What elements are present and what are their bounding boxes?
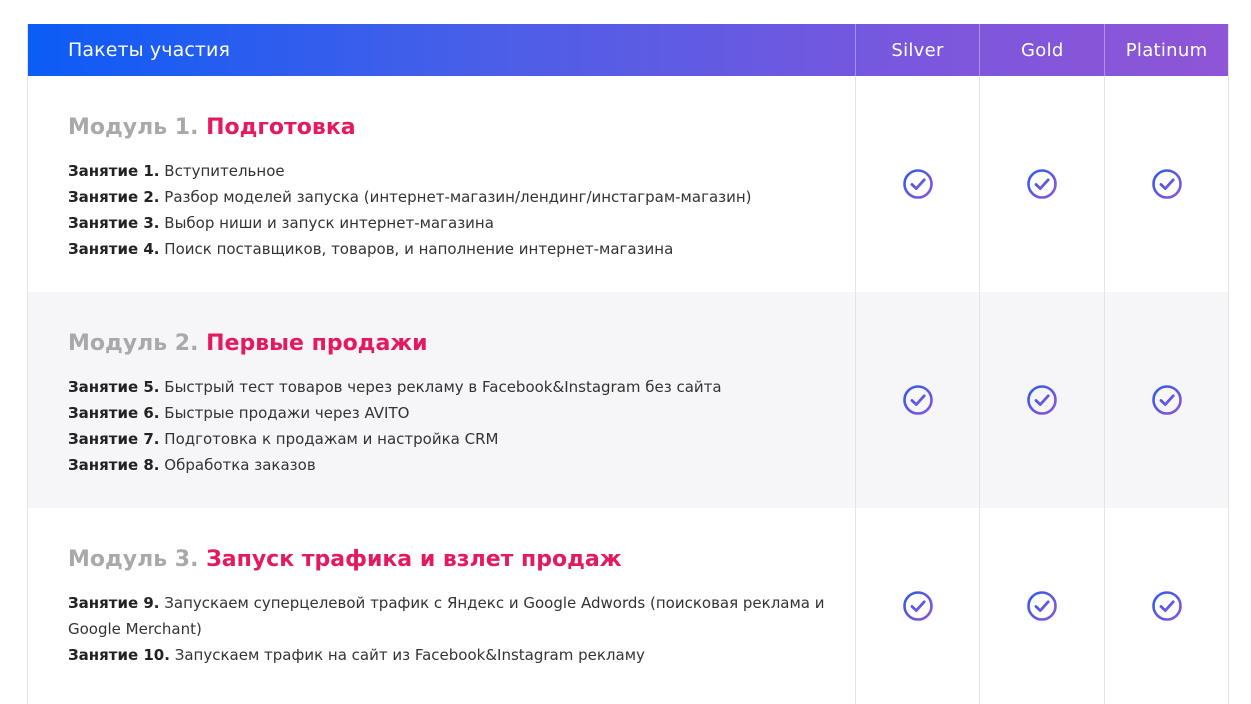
platinum-cell [1104, 76, 1228, 292]
check-circle-icon [1151, 590, 1183, 622]
lesson-item: Занятие 1. Вступительное [68, 158, 835, 184]
module-name: Первые продажи [206, 331, 428, 356]
lesson-label: Занятие 7. [68, 430, 160, 448]
lesson-label: Занятие 4. [68, 240, 160, 258]
column-gold: Gold [979, 24, 1104, 76]
check-circle-icon [902, 590, 934, 622]
lesson-text: Выбор ниши и запуск интернет-магазина [164, 214, 494, 232]
lesson-text: Вступительное [164, 162, 285, 180]
lesson-label: Занятие 3. [68, 214, 160, 232]
lesson-text: Запускаем суперцелевой трафик с Яндекс и… [68, 594, 825, 638]
lesson-text: Разбор моделей запуска (интернет-магазин… [164, 188, 752, 206]
check-circle-icon [902, 168, 934, 200]
module-title: Модуль 1. Подготовка [68, 114, 835, 142]
module-number: Модуль 3. [68, 547, 199, 572]
module-number: Модуль 1. [68, 115, 199, 140]
module-row: Модуль 2. Первые продажи Занятие 5. Быст… [28, 292, 1228, 508]
module-row: Модуль 3. Запуск трафика и взлет продаж … [28, 508, 1228, 704]
lesson-label: Занятие 1. [68, 162, 160, 180]
platinum-cell [1104, 292, 1228, 508]
silver-cell [854, 292, 980, 508]
module-title: Модуль 3. Запуск трафика и взлет продаж [68, 546, 835, 574]
lesson-label: Занятие 9. [68, 594, 160, 612]
header-title: Пакеты участия [68, 39, 231, 61]
lesson-item: Занятие 2. Разбор моделей запуска (интер… [68, 184, 835, 210]
lesson-item: Занятие 6. Быстрые продажи через AVITO [68, 400, 835, 426]
module-name: Запуск трафика и взлет продаж [206, 547, 622, 572]
lesson-item: Занятие 10. Запускаем трафик на сайт из … [68, 642, 835, 668]
lesson-item: Занятие 8. Обработка заказов [68, 452, 835, 478]
check-circle-icon [902, 384, 934, 416]
module-content: Модуль 2. Первые продажи Занятие 5. Быст… [28, 292, 855, 508]
check-circle-icon [1151, 384, 1183, 416]
check-circle-icon [1151, 168, 1183, 200]
column-silver: Silver [854, 24, 980, 76]
column-platinum: Platinum [1104, 24, 1228, 76]
check-circle-icon [1026, 168, 1058, 200]
lesson-text: Быстрые продажи через AVITO [164, 404, 410, 422]
silver-cell [854, 508, 980, 704]
packages-table: Пакеты участия Silver Gold Platinum Моду… [27, 24, 1229, 704]
lesson-item: Занятие 3. Выбор ниши и запуск интернет-… [68, 210, 835, 236]
lesson-text: Обработка заказов [164, 456, 316, 474]
lesson-label: Занятие 10. [68, 646, 170, 664]
check-circle-icon [1026, 590, 1058, 622]
platinum-cell [1104, 508, 1228, 704]
lesson-label: Занятие 2. [68, 188, 160, 206]
module-number: Модуль 2. [68, 331, 199, 356]
module-row: Модуль 1. Подготовка Занятие 1. Вступите… [28, 76, 1228, 292]
module-content: Модуль 1. Подготовка Занятие 1. Вступите… [28, 76, 855, 292]
module-name: Подготовка [206, 115, 356, 140]
lesson-text: Запускаем трафик на сайт из Facebook&Ins… [174, 646, 645, 664]
gold-cell [979, 292, 1104, 508]
lesson-text: Подготовка к продажам и настройка CRM [164, 430, 499, 448]
silver-cell [854, 76, 980, 292]
module-title: Модуль 2. Первые продажи [68, 330, 835, 358]
lesson-item: Занятие 9. Запускаем суперцелевой трафик… [68, 590, 835, 642]
lesson-text: Поиск поставщиков, товаров, и наполнение… [164, 240, 674, 258]
table-header: Пакеты участия Silver Gold Platinum [28, 24, 1228, 76]
module-content: Модуль 3. Запуск трафика и взлет продаж … [28, 508, 855, 704]
lesson-item: Занятие 5. Быстрый тест товаров через ре… [68, 374, 835, 400]
lesson-text: Быстрый тест товаров через рекламу в Fac… [164, 378, 722, 396]
check-circle-icon [1026, 384, 1058, 416]
gold-cell [979, 76, 1104, 292]
lesson-label: Занятие 8. [68, 456, 160, 474]
lesson-item: Занятие 7. Подготовка к продажам и настр… [68, 426, 835, 452]
lesson-label: Занятие 6. [68, 404, 160, 422]
lesson-item: Занятие 4. Поиск поставщиков, товаров, и… [68, 236, 835, 262]
gold-cell [979, 508, 1104, 704]
lesson-label: Занятие 5. [68, 378, 160, 396]
